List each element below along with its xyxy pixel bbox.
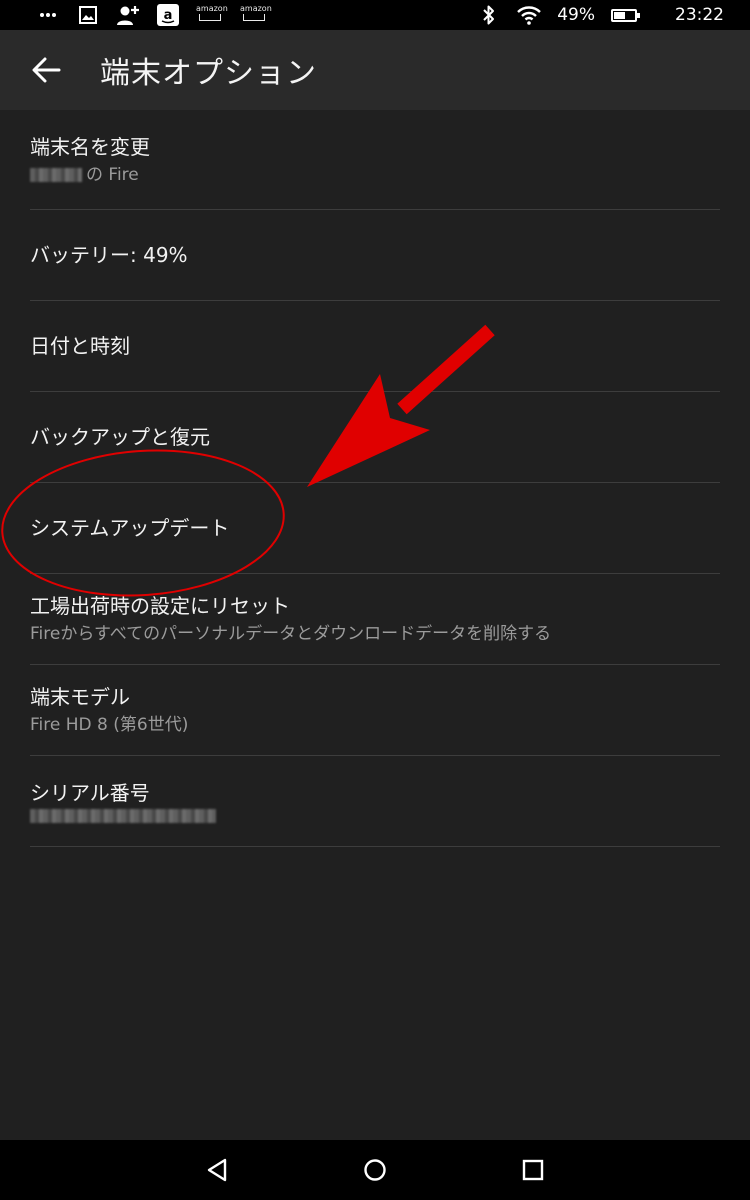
list-item-title: バックアップと復元 <box>30 425 210 449</box>
list-item-subtitle <box>30 809 720 823</box>
list-item-backup-restore[interactable]: バックアップと復元 <box>30 392 720 483</box>
list-item-system-update[interactable]: システムアップデート <box>30 483 720 574</box>
back-button[interactable] <box>23 47 69 93</box>
back-triangle-icon <box>207 1158 227 1182</box>
list-item-rename-device[interactable]: 端末名を変更 の Fire <box>30 110 720 210</box>
nav-home-button[interactable] <box>296 1140 454 1200</box>
list-item-subtitle: Fire HD 8 (第6世代) <box>30 715 189 735</box>
amazon-cart-icon: amazon <box>240 4 272 26</box>
battery-icon <box>611 8 640 22</box>
app-bar: 端末オプション <box>0 30 750 110</box>
status-left-icons: a amazon amazon <box>36 4 272 26</box>
arrow-back-icon <box>32 57 61 83</box>
device-name-suffix: の Fire <box>86 164 139 185</box>
status-bar: a amazon amazon 49% 23:22 <box>0 0 750 30</box>
page-title: 端末オプション <box>100 56 317 91</box>
more-dots-icon <box>36 4 60 26</box>
add-person-icon <box>116 4 140 26</box>
list-item-serial-number[interactable]: シリアル番号 <box>30 756 720 847</box>
list-item-factory-reset[interactable]: 工場出荷時の設定にリセット Fireからすべてのパーソナルデータとダウンロードデ… <box>30 574 720 665</box>
settings-screen: a amazon amazon 49% 23:22 端末オプション 端末名を変更… <box>0 0 750 1200</box>
wifi-icon <box>517 4 542 26</box>
list-item-title: 端末モデル <box>30 685 130 709</box>
nav-recents-button[interactable] <box>454 1140 612 1200</box>
settings-list: 端末名を変更 の Fire バッテリー: 49% 日付と時刻 バックアップと復元… <box>30 110 720 847</box>
bluetooth-icon <box>477 4 501 26</box>
nav-back-button[interactable] <box>138 1140 296 1200</box>
list-item-title: システムアップデート <box>30 516 230 540</box>
list-item-title: 日付と時刻 <box>30 334 130 358</box>
recents-square-icon <box>522 1159 544 1181</box>
list-item-title: 工場出荷時の設定にリセット <box>30 594 290 618</box>
amazon-app-icon: a <box>156 4 180 26</box>
list-item-battery[interactable]: バッテリー: 49% <box>30 210 720 301</box>
redacted-device-name <box>30 167 82 182</box>
image-icon <box>76 4 100 26</box>
home-circle-icon <box>364 1159 386 1181</box>
list-item-title: バッテリー: 49% <box>30 243 188 267</box>
navigation-bar <box>0 1140 750 1200</box>
list-item-device-model[interactable]: 端末モデル Fire HD 8 (第6世代) <box>30 665 720 756</box>
svg-text:a: a <box>164 8 173 23</box>
battery-percent: 49% <box>557 5 595 25</box>
list-item-title: 端末名を変更 <box>30 134 150 159</box>
clock: 23:22 <box>675 5 724 25</box>
redacted-serial-number <box>30 809 216 823</box>
list-item-date-time[interactable]: 日付と時刻 <box>30 301 720 392</box>
list-item-subtitle: Fireからすべてのパーソナルデータとダウンロードデータを削除する <box>30 624 552 644</box>
battery-level-fill <box>614 11 625 19</box>
list-item-title: シリアル番号 <box>30 781 150 805</box>
amazon-cart-icon: amazon <box>196 4 228 26</box>
list-item-subtitle: の Fire <box>30 163 720 187</box>
status-right-icons: 49% 23:22 <box>477 4 724 26</box>
